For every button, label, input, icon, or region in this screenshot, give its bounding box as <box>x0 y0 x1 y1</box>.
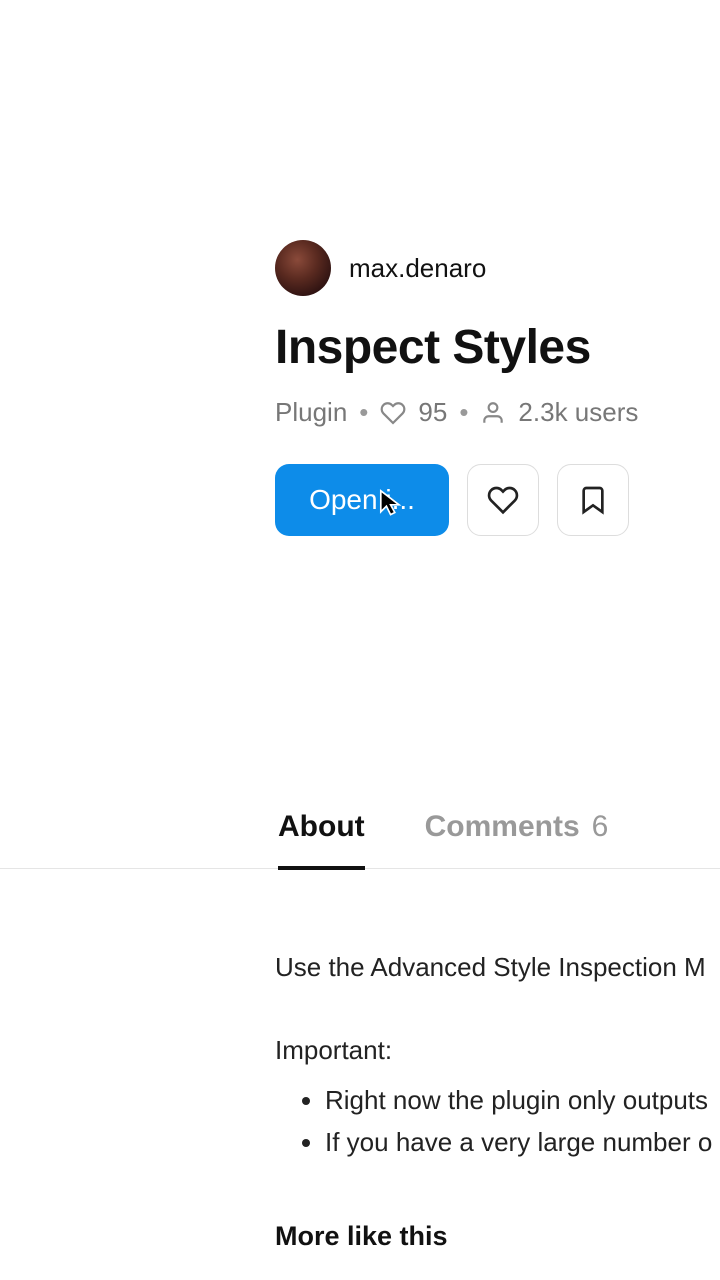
like-button[interactable] <box>467 464 539 536</box>
list-item: If you have a very large number o <box>325 1122 720 1164</box>
list-item: Right now the plugin only outputs <box>325 1080 720 1122</box>
tab-about[interactable]: About <box>278 810 365 868</box>
author-name[interactable]: max.denaro <box>349 253 486 284</box>
likes-count: 95 <box>418 397 447 428</box>
user-icon <box>480 400 506 426</box>
actions-row: Open i... <box>275 464 720 536</box>
description-intro: Use the Advanced Style Inspection M <box>275 948 720 987</box>
heart-icon <box>487 484 519 516</box>
separator-dot: • <box>459 397 468 428</box>
comments-count: 6 <box>592 810 609 844</box>
tab-about-label: About <box>278 810 365 844</box>
users-count: 2.3k users <box>518 397 638 428</box>
important-label: Important: <box>275 1035 720 1066</box>
meta-row: Plugin • 95 • 2.3k users <box>275 397 720 428</box>
avatar[interactable] <box>275 240 331 296</box>
tabs: About Comments 6 <box>0 810 720 869</box>
open-button[interactable]: Open i... <box>275 464 449 536</box>
bookmark-button[interactable] <box>557 464 629 536</box>
resource-type: Plugin <box>275 397 347 428</box>
more-like-this-heading: More like this <box>275 1221 720 1252</box>
separator-dot: • <box>359 397 368 428</box>
important-list: Right now the plugin only outputs If you… <box>275 1080 720 1163</box>
tab-comments-label: Comments <box>425 810 580 844</box>
author-row[interactable]: max.denaro <box>275 240 720 296</box>
open-button-label: Open i... <box>309 484 415 516</box>
tab-comments[interactable]: Comments 6 <box>425 810 609 868</box>
bookmark-icon <box>577 484 609 516</box>
heart-icon <box>380 400 406 426</box>
page-title: Inspect Styles <box>275 320 720 375</box>
